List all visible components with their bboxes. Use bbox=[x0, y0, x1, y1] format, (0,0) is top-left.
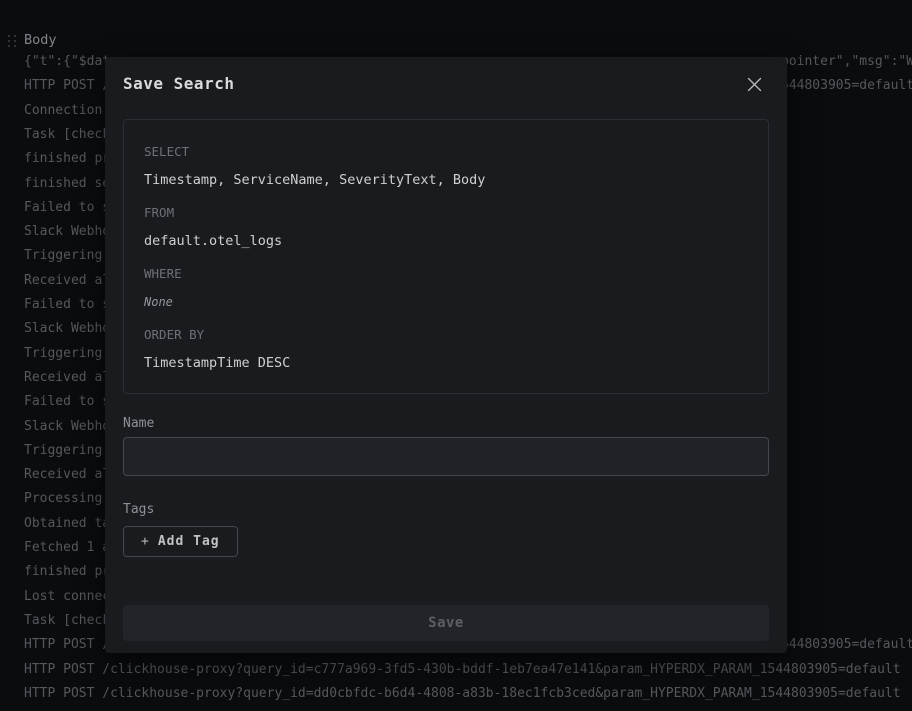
select-label: SELECT bbox=[144, 144, 748, 159]
tags-label: Tags bbox=[123, 502, 769, 517]
from-value: default.otel_logs bbox=[144, 234, 748, 249]
save-search-dialog: Save Search SELECT Timestamp, ServiceNam… bbox=[105, 57, 787, 653]
select-value: Timestamp, ServiceName, SeverityText, Bo… bbox=[144, 173, 748, 188]
close-button[interactable] bbox=[743, 73, 765, 95]
where-value: None bbox=[144, 295, 748, 309]
add-tag-label: Add Tag bbox=[158, 534, 220, 549]
order-by-label: ORDER BY bbox=[144, 327, 748, 342]
close-icon bbox=[747, 77, 762, 92]
query-summary-box: SELECT Timestamp, ServiceName, SeverityT… bbox=[123, 119, 769, 394]
add-tag-button[interactable]: + Add Tag bbox=[123, 526, 238, 557]
order-by-value: TimestampTime DESC bbox=[144, 356, 748, 371]
plus-icon: + bbox=[141, 534, 149, 549]
name-input[interactable] bbox=[123, 437, 769, 476]
where-label: WHERE bbox=[144, 266, 748, 281]
dialog-header: Save Search bbox=[123, 73, 769, 95]
save-button[interactable]: Save bbox=[123, 605, 769, 641]
dialog-title: Save Search bbox=[123, 73, 234, 95]
name-label: Name bbox=[123, 416, 769, 431]
from-label: FROM bbox=[144, 205, 748, 220]
save-search-dialog-overlay: Save Search SELECT Timestamp, ServiceNam… bbox=[0, 0, 912, 711]
